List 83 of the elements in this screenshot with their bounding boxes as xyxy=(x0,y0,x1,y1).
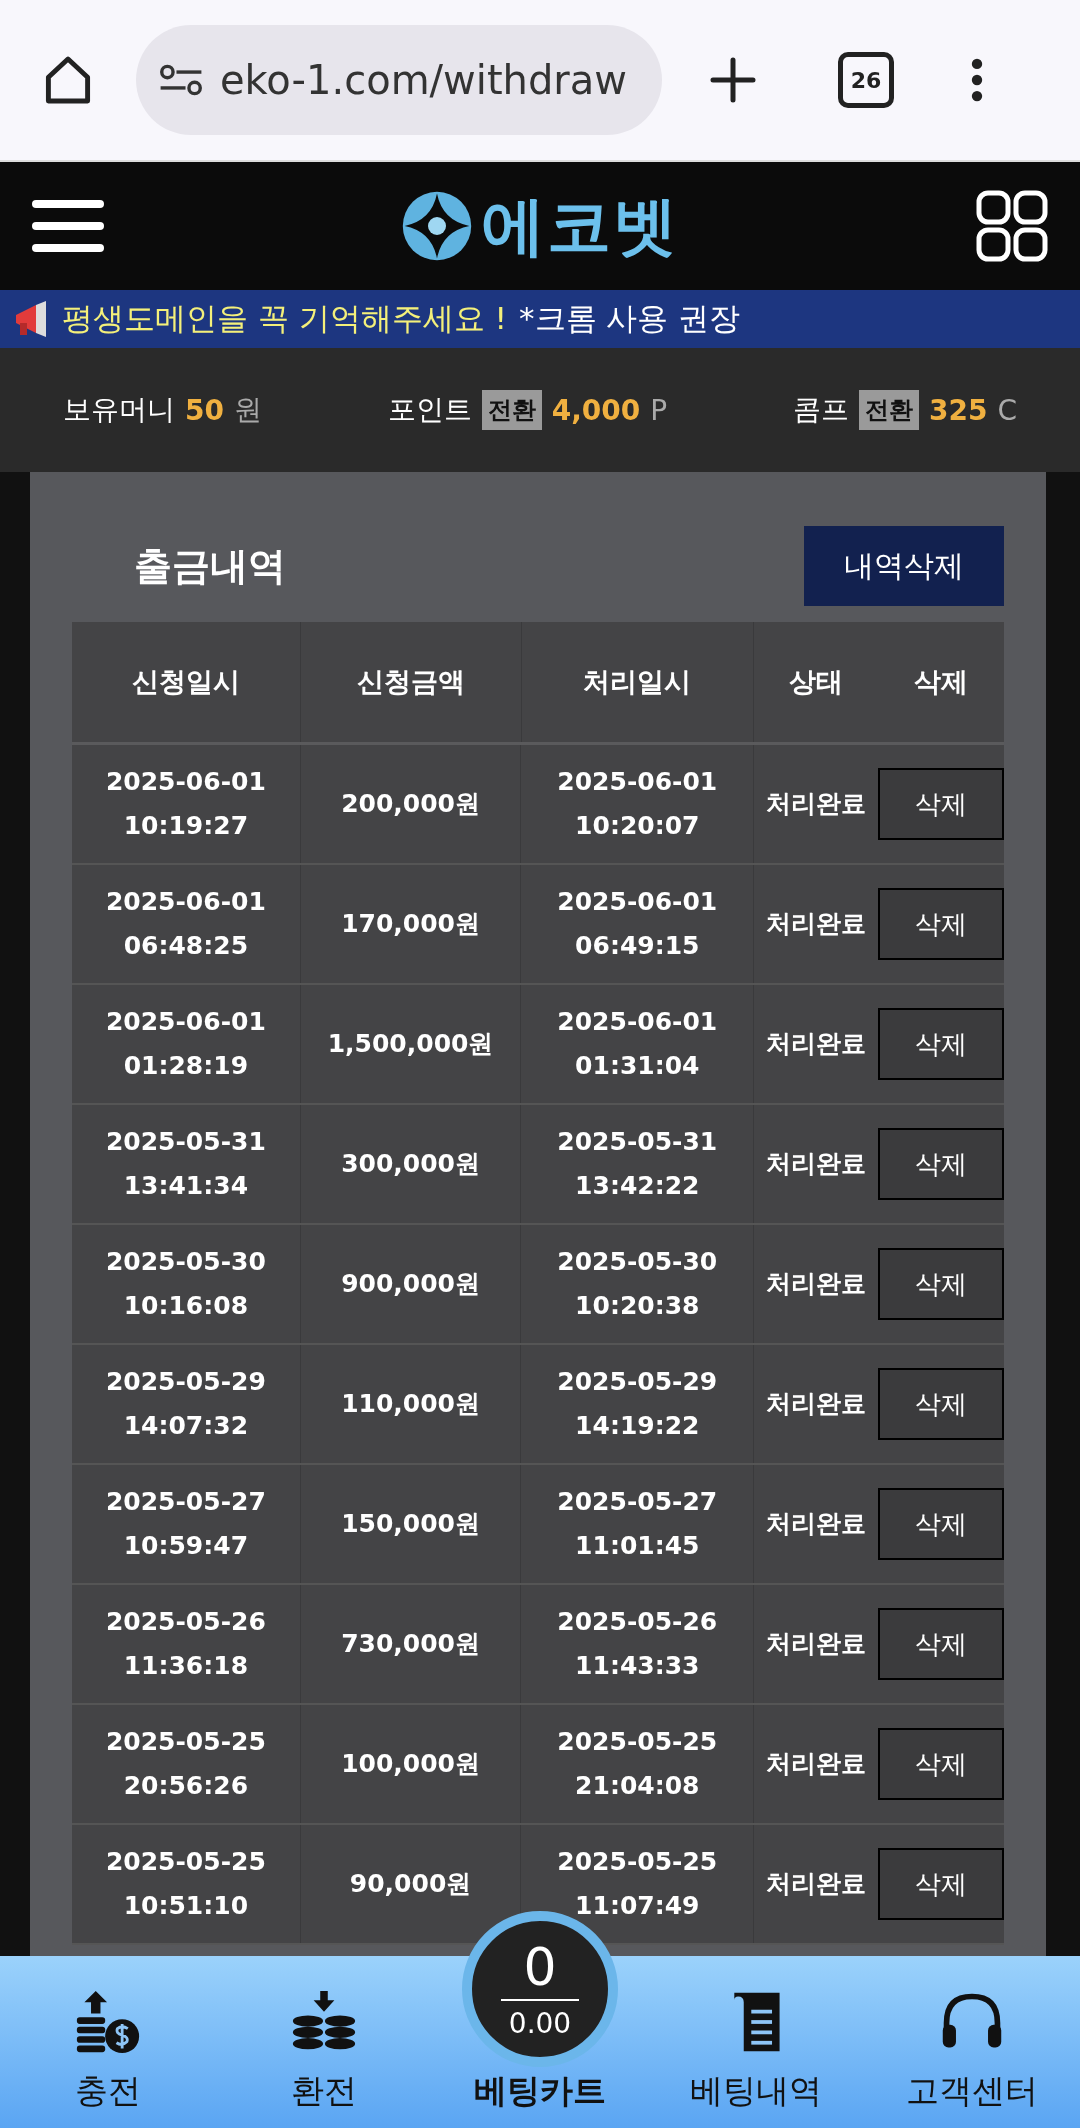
table-cell: 100,000원 xyxy=(300,1705,522,1823)
table-cell: 2025-05-31 13:41:34 xyxy=(72,1105,301,1223)
delete-button[interactable]: 삭제 xyxy=(878,1848,1004,1920)
table-cell: 2025-06-01 06:49:15 xyxy=(521,865,755,983)
delete-button[interactable]: 삭제 xyxy=(878,888,1004,960)
column-header: 신청금액 xyxy=(300,622,522,742)
delete-button[interactable]: 삭제 xyxy=(878,1008,1004,1080)
table-cell-text: 처리완료 xyxy=(765,1148,868,1180)
table-cell: 1,500,000원 xyxy=(300,985,522,1103)
balance-value: 325 xyxy=(929,393,988,427)
table-cell-text: 처리완료 xyxy=(765,908,868,940)
table-cell: 2025-05-29 14:19:22 xyxy=(521,1345,755,1463)
table-cell: 2025-05-30 10:20:38 xyxy=(521,1225,755,1343)
delete-button[interactable]: 삭제 xyxy=(878,1488,1004,1560)
table-cell: 2025-06-01 06:48:25 xyxy=(72,865,301,983)
site-settings-icon[interactable] xyxy=(158,63,204,97)
table-cell-text: 처리완료 xyxy=(765,1028,868,1060)
balance-unit: C xyxy=(997,393,1018,427)
table-cell: 2025-05-27 11:01:45 xyxy=(521,1465,755,1583)
balance-label: 콤프 xyxy=(793,392,850,428)
table-cell: 2025-05-30 10:16:08 xyxy=(72,1225,301,1343)
table-cell: 2025-06-01 10:19:27 xyxy=(72,745,301,863)
column-header: 처리일시 xyxy=(521,622,755,742)
convert-button[interactable]: 전환 xyxy=(481,390,542,430)
convert-button[interactable]: 전환 xyxy=(859,390,920,430)
table-cell: 900,000원 xyxy=(300,1225,522,1343)
notice-text: 평생도메인을 꼭 기억해주세요 ! xyxy=(62,299,507,338)
table-cell: 150,000원 xyxy=(300,1465,522,1583)
delete-button[interactable]: 삭제 xyxy=(878,1128,1004,1200)
coins-upload-icon[interactable] xyxy=(75,1989,141,2055)
balance-label: 포인트 xyxy=(387,392,472,428)
delete-button[interactable]: 삭제 xyxy=(878,1728,1004,1800)
table-cell: 2025-05-26 11:36:18 xyxy=(72,1585,301,1703)
nav-label[interactable]: 베팅카트 xyxy=(474,2069,606,2114)
delete-button[interactable]: 삭제 xyxy=(878,1608,1004,1680)
table-cell: 2025-05-25 21:04:08 xyxy=(521,1705,755,1823)
nav-label[interactable]: 환전 xyxy=(291,2069,357,2114)
grid-icon[interactable] xyxy=(976,190,1048,262)
balance-unit: 원 xyxy=(233,392,262,428)
table-cell: 110,000원 xyxy=(300,1345,522,1463)
logo-text: 에코벳 xyxy=(481,187,679,265)
nav-label[interactable]: 고객센터 xyxy=(906,2069,1038,2114)
table-cell: 2025-05-25 10:51:10 xyxy=(72,1825,301,1943)
table-cell: 730,000원 xyxy=(300,1585,522,1703)
table-cell: 2025-06-01 01:31:04 xyxy=(521,985,755,1103)
table-cell-text: 처리완료 xyxy=(765,1748,868,1780)
table-cell-text: 처리완료 xyxy=(765,788,868,820)
tab-count-button[interactable]: 26 xyxy=(838,52,894,108)
logo-icon xyxy=(401,190,473,262)
column-header: 삭제 xyxy=(913,665,970,699)
nav-label[interactable]: 베팅내역 xyxy=(690,2069,822,2114)
delete-button[interactable]: 삭제 xyxy=(878,1368,1004,1440)
delete-button[interactable]: 삭제 xyxy=(878,768,1004,840)
balance-value: 50 xyxy=(184,393,224,427)
balance-value: 4,000 xyxy=(551,393,641,427)
delete-button[interactable]: 삭제 xyxy=(878,1248,1004,1320)
column-header: 상태 xyxy=(788,665,845,699)
table-cell: 2025-05-29 14:07:32 xyxy=(72,1345,301,1463)
plus-icon[interactable] xyxy=(708,55,758,105)
table-cell-text: 처리완료 xyxy=(765,1628,868,1660)
more-icon[interactable] xyxy=(970,57,984,103)
table-cell: 2025-05-27 10:59:47 xyxy=(72,1465,301,1583)
table-cell: 2025-05-26 11:43:33 xyxy=(521,1585,755,1703)
table-cell-text: 처리완료 xyxy=(765,1268,868,1300)
nav-label[interactable]: 충전 xyxy=(75,2069,141,2114)
table-cell: 2025-05-25 20:56:26 xyxy=(72,1705,301,1823)
table-cell: 170,000원 xyxy=(300,865,522,983)
column-header: 신청일시 xyxy=(72,622,301,742)
balance-unit: P xyxy=(650,393,668,427)
table-cell: 2025-06-01 01:28:19 xyxy=(72,985,301,1103)
section-title: 출금내역 xyxy=(134,542,286,590)
table-cell: 2025-05-31 13:42:22 xyxy=(521,1105,755,1223)
table-cell: 200,000원 xyxy=(300,745,522,863)
menu-icon[interactable] xyxy=(32,198,104,254)
table-cell-text: 처리완료 xyxy=(765,1868,868,1900)
address-bar[interactable]: eko-1.com/withdraw xyxy=(136,25,662,135)
notice-text: *크롬 사용 권장 xyxy=(519,299,741,338)
table-cell-text: 처리완료 xyxy=(765,1508,868,1540)
delete-history-button[interactable]: 내역삭제 xyxy=(804,526,1004,606)
table-cell: 2025-06-01 10:20:07 xyxy=(521,745,755,863)
table-cell-text: 처리완료 xyxy=(765,1388,868,1420)
table-cell: 300,000원 xyxy=(300,1105,522,1223)
balance-label: 보유머니 xyxy=(62,392,175,428)
